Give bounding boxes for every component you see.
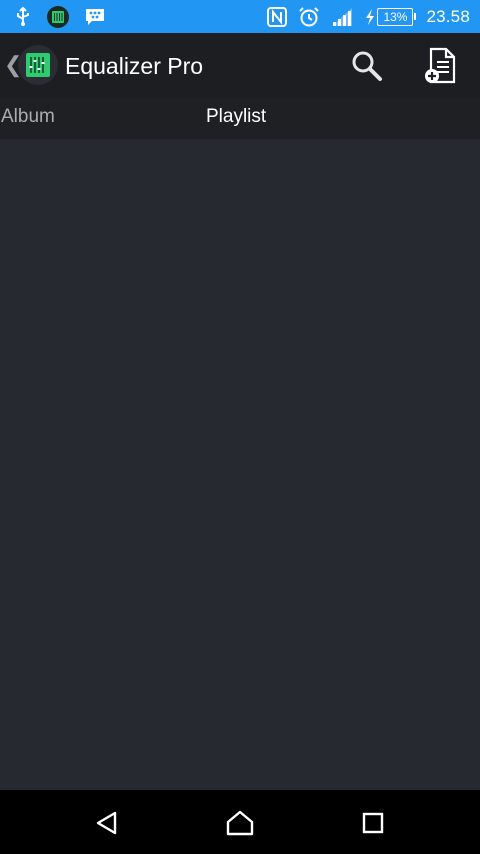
equalizer-notification-icon (46, 5, 70, 29)
recents-button[interactable] (358, 808, 388, 838)
tab-playlist[interactable]: Playlist (206, 105, 266, 129)
battery-tip (414, 13, 417, 20)
nfc-icon (266, 6, 288, 28)
navigation-bar (0, 790, 480, 854)
charging-icon (364, 8, 376, 26)
bbm-icon (84, 8, 106, 26)
status-bar-left (14, 0, 106, 33)
battery-indicator: 13% (364, 7, 417, 26)
recents-square-icon (362, 812, 384, 834)
home-button[interactable] (225, 808, 255, 838)
clock: 23.58 (426, 6, 470, 26)
status-bar: 13% 23.58 (0, 0, 480, 33)
search-icon[interactable] (350, 49, 384, 83)
app-logo-icon[interactable] (18, 45, 58, 85)
back-triangle-icon (96, 811, 117, 835)
signal-icon (330, 7, 354, 27)
battery-percent: 13% (377, 7, 414, 26)
usb-icon (14, 6, 32, 27)
back-button[interactable] (92, 808, 122, 838)
tab-bar: Album Playlist (0, 97, 480, 139)
status-bar-right: 13% 23.58 (266, 0, 470, 33)
new-playlist-icon[interactable] (422, 47, 458, 85)
playlist-list (0, 139, 480, 790)
app-title: Equalizer Pro (65, 53, 204, 79)
home-icon (226, 810, 254, 836)
alarm-icon (298, 6, 320, 28)
tab-album[interactable]: Album (1, 105, 55, 129)
app-bar: ❮ Equalizer Pro (0, 33, 480, 97)
